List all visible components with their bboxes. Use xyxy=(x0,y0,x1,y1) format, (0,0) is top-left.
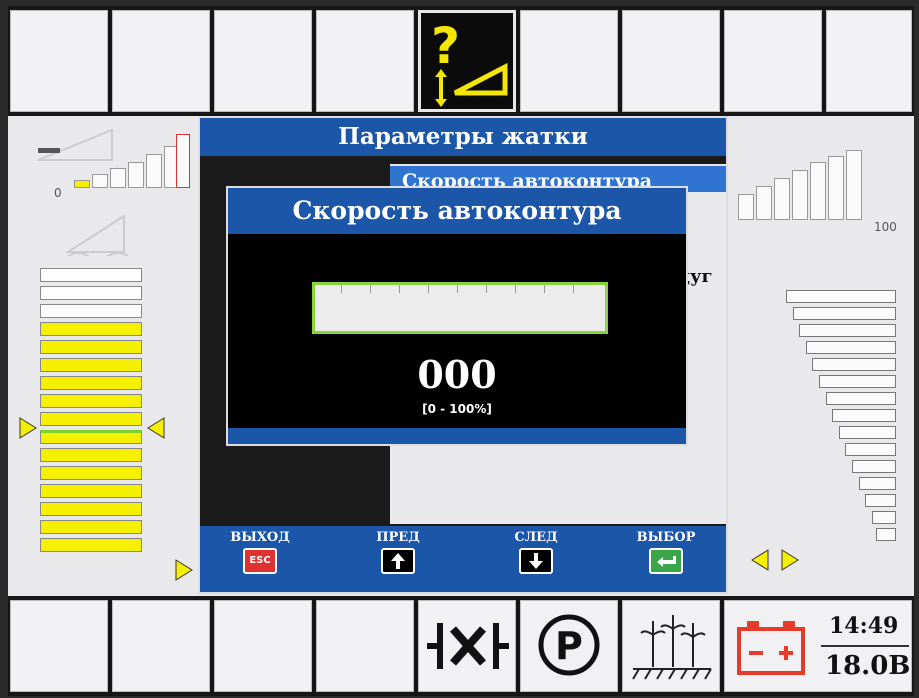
right-marker-left-icon xyxy=(751,549,769,571)
next-label: СЛЕД xyxy=(514,530,558,545)
enter-key-icon xyxy=(649,548,683,574)
right-stair-indicator xyxy=(786,290,896,545)
cross-arrow-icon xyxy=(427,623,509,669)
bottom-button-crop[interactable] xyxy=(622,600,720,692)
select-button[interactable]: ВЫБОР xyxy=(616,530,716,574)
header-help-icon: ? xyxy=(431,17,508,107)
autocontour-footer-bar xyxy=(228,428,686,444)
right-marker-right-icon xyxy=(781,549,799,571)
battery-voltage: 18.0В xyxy=(825,651,911,681)
autocontour-value: 000 xyxy=(417,352,497,397)
svg-text:P: P xyxy=(555,624,583,668)
select-label: ВЫБОР xyxy=(636,530,696,545)
bottom-bar: P 14:49 18.0В xyxy=(8,596,914,696)
right-scale-max: 100 xyxy=(874,220,897,234)
left-marker-right-icon xyxy=(147,417,165,439)
left-scale-min: 0 xyxy=(54,186,62,200)
autocontour-speed-dialog: Скорость автоконтура 000 [0 - 100%] xyxy=(226,186,688,446)
crop-field-icon xyxy=(632,615,712,680)
top-button-8[interactable] xyxy=(724,10,822,112)
terminal-screen: ? 0 100 Параметры жатки Скорость автокон… xyxy=(8,6,914,696)
params-dialog-title: Параметры жатки xyxy=(200,118,726,156)
autocontour-range: [0 - 100%] xyxy=(422,402,492,416)
top-button-6[interactable] xyxy=(520,10,618,112)
bottom-button-3[interactable] xyxy=(214,600,312,692)
esc-key-icon: ESC xyxy=(243,548,277,574)
bottom-button-parking[interactable]: P xyxy=(520,600,618,692)
exit-button[interactable]: ВЫХОД ESC xyxy=(210,530,310,574)
prev-label: ПРЕД xyxy=(376,530,420,545)
svg-text:?: ? xyxy=(431,17,460,75)
bottom-button-4[interactable] xyxy=(316,600,414,692)
header-tilt-icon xyxy=(64,214,128,256)
dialog-footer: ВЫХОД ESC ПРЕД СЛЕД ВЫБОР xyxy=(200,526,726,592)
top-bar: ? xyxy=(8,6,914,116)
top-button-4[interactable] xyxy=(316,10,414,112)
top-button-9[interactable] xyxy=(826,10,912,112)
status-panel: 14:49 18.0В xyxy=(724,600,912,692)
top-button-2[interactable] xyxy=(112,10,210,112)
arrow-down-icon xyxy=(519,548,553,574)
status-divider xyxy=(821,645,909,647)
arrow-up-icon xyxy=(381,548,415,574)
header-height-icon xyxy=(37,128,113,161)
bottom-button-cross[interactable] xyxy=(418,600,516,692)
top-button-1[interactable] xyxy=(10,10,108,112)
top-button-7[interactable] xyxy=(622,10,720,112)
top-button-header-help[interactable]: ? xyxy=(418,10,516,112)
autocontour-dialog-title: Скорость автоконтура xyxy=(228,188,686,234)
autocontour-speed-bar[interactable] xyxy=(312,282,608,334)
bottom-left-marker-icon xyxy=(175,559,193,581)
left-level-column xyxy=(40,268,142,556)
battery-icon xyxy=(737,621,805,675)
bottom-button-2[interactable] xyxy=(112,600,210,692)
exit-label: ВЫХОД xyxy=(230,530,290,545)
bottom-button-1[interactable] xyxy=(10,600,108,692)
prev-button[interactable]: ПРЕД xyxy=(348,530,448,574)
left-marker-icon xyxy=(19,417,37,439)
top-button-3[interactable] xyxy=(214,10,312,112)
next-button[interactable]: СЛЕД xyxy=(486,530,586,574)
parking-icon: P xyxy=(538,614,600,676)
clock-time: 14:49 xyxy=(829,613,899,639)
